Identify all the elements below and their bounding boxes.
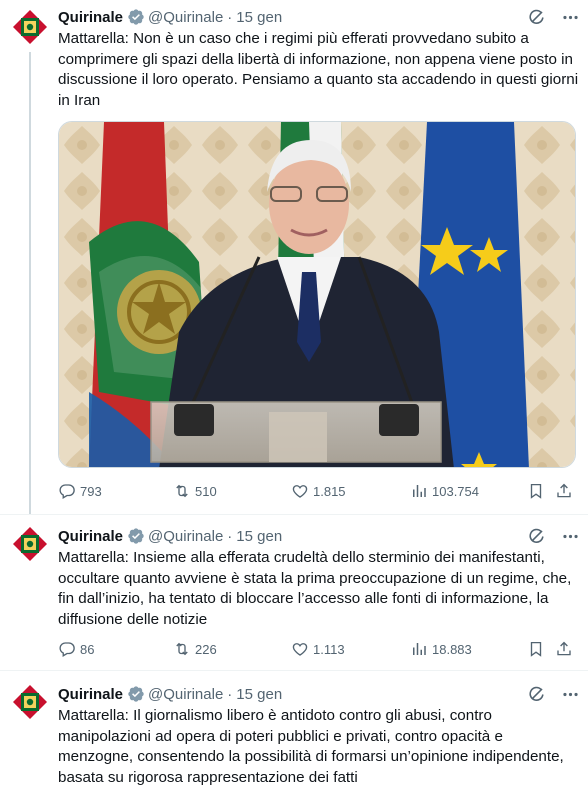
views-count: 18.883 bbox=[432, 641, 472, 657]
author-name[interactable]: Quirinale bbox=[58, 686, 123, 703]
avatar[interactable] bbox=[10, 524, 50, 564]
grok-icon[interactable] bbox=[526, 684, 546, 704]
verified-badge-icon[interactable] bbox=[127, 8, 145, 26]
author-handle[interactable]: @Quirinale bbox=[148, 686, 223, 703]
reply-count: 86 bbox=[80, 641, 95, 657]
retweet-count: 510 bbox=[195, 483, 217, 499]
tweet[interactable]: Quirinale @Quirinale · 15 gen Mattarella… bbox=[0, 0, 588, 514]
like-count: 1.815 bbox=[313, 483, 346, 499]
separator-dot: · bbox=[227, 8, 233, 26]
author-handle[interactable]: @Quirinale bbox=[148, 528, 223, 545]
grok-icon[interactable] bbox=[526, 526, 546, 546]
photo-speaker-podium bbox=[59, 122, 575, 467]
tweet-text: Mattarella: Insieme alla efferata crudel… bbox=[58, 549, 572, 628]
retweet-button[interactable]: 510 bbox=[173, 480, 217, 502]
tweet[interactable]: Quirinale @Quirinale · 15 gen Mattarella… bbox=[0, 514, 588, 670]
tweet-date[interactable]: 15 gen bbox=[236, 686, 282, 703]
tweet-text: Mattarella: Non è un caso che i regimi p… bbox=[58, 30, 579, 109]
reply-count: 793 bbox=[80, 483, 102, 499]
quirinale-emblem-icon bbox=[10, 7, 50, 47]
tweet-date[interactable]: 15 gen bbox=[236, 9, 282, 26]
tweet[interactable]: Quirinale @Quirinale · 15 gen Mattarella… bbox=[0, 670, 588, 793]
retweet-count: 226 bbox=[195, 641, 217, 657]
retweet-button[interactable]: 226 bbox=[173, 638, 217, 660]
tweet-media-photo[interactable] bbox=[58, 121, 576, 468]
bookmark-icon[interactable] bbox=[527, 638, 545, 660]
verified-badge-icon[interactable] bbox=[127, 527, 145, 545]
reply-button[interactable]: 793 bbox=[58, 480, 102, 502]
grok-icon[interactable] bbox=[526, 7, 546, 27]
quirinale-emblem-icon bbox=[10, 682, 50, 722]
avatar[interactable] bbox=[10, 682, 50, 722]
share-icon[interactable] bbox=[555, 638, 573, 660]
more-icon[interactable] bbox=[560, 7, 580, 27]
quirinale-emblem-icon bbox=[10, 524, 50, 564]
like-button[interactable]: 1.113 bbox=[291, 638, 345, 660]
tweet-date[interactable]: 15 gen bbox=[236, 528, 282, 545]
verified-badge-icon[interactable] bbox=[127, 685, 145, 703]
separator-dot: · bbox=[227, 527, 233, 545]
tweet-header: Quirinale @Quirinale · 15 gen bbox=[58, 525, 580, 547]
views-count: 103.754 bbox=[432, 483, 479, 499]
reply-button[interactable]: 86 bbox=[58, 638, 94, 660]
tweet-actions: 793 510 1.815 103.754 bbox=[58, 480, 580, 502]
tweet-header: Quirinale @Quirinale · 15 gen bbox=[58, 6, 580, 28]
author-handle[interactable]: @Quirinale bbox=[148, 9, 223, 26]
views-button[interactable]: 103.754 bbox=[410, 480, 479, 502]
more-icon[interactable] bbox=[560, 684, 580, 704]
separator-dot: · bbox=[227, 685, 233, 703]
avatar[interactable] bbox=[10, 7, 50, 47]
tweet-actions: 86 226 1.113 18.883 bbox=[58, 638, 580, 660]
thread-line bbox=[29, 52, 31, 514]
more-icon[interactable] bbox=[560, 526, 580, 546]
like-button[interactable]: 1.815 bbox=[291, 480, 346, 502]
tweet-header: Quirinale @Quirinale · 15 gen bbox=[58, 683, 580, 705]
bookmark-icon[interactable] bbox=[527, 480, 545, 502]
author-name[interactable]: Quirinale bbox=[58, 528, 123, 545]
like-count: 1.113 bbox=[313, 641, 345, 657]
share-icon[interactable] bbox=[555, 480, 573, 502]
author-name[interactable]: Quirinale bbox=[58, 9, 123, 26]
views-button[interactable]: 18.883 bbox=[410, 638, 472, 660]
tweet-text: Mattarella: Il giornalismo libero è anti… bbox=[58, 707, 564, 786]
